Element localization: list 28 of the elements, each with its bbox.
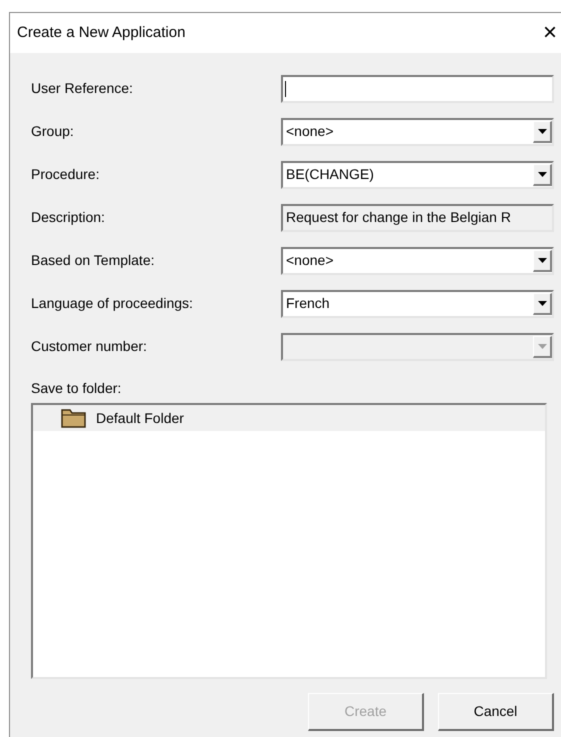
caret-icon [538,300,546,306]
folder-icon [61,408,86,428]
window-title: Create a New Application [17,22,186,43]
dropdown-button[interactable] [533,250,552,272]
field-label: Description: [31,208,105,227]
text-field[interactable] [281,74,554,102]
caret-icon [538,128,546,134]
dropdown-button[interactable] [533,292,552,314]
caret-icon [538,172,546,176]
field-label: Procedure: [31,165,100,184]
caret-icon [538,344,546,348]
field-label: Based on Template: [31,251,154,270]
description-field: Request for change in the Belgian R [281,204,554,232]
dropdown-field[interactable]: French [281,290,554,318]
folder-label: Save to folder: [31,379,122,398]
field-label: Language of proceedings: [31,294,193,313]
dropdown-field[interactable]: <none> [281,118,554,146]
dialog-button[interactable]: Cancel [438,693,554,731]
tree-item[interactable]: Default Folder [33,405,545,431]
dropdown-field[interactable]: <none> [281,246,554,274]
dropdown-field[interactable]: BE(CHANGE) [281,160,554,188]
dropdown-button[interactable] [533,164,552,186]
field-label: Customer number: [31,337,147,356]
field-label: User Reference: [31,79,133,98]
close-button[interactable]: × [542,21,557,45]
field-label: Group: [31,122,74,141]
caret-icon [538,258,546,262]
dropdown-button[interactable] [533,120,552,142]
